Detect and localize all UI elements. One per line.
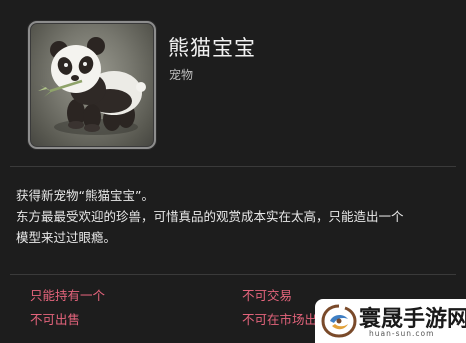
restriction-unique: 只能持有一个 — [30, 288, 106, 303]
restriction-unsellable: 不可出售 — [30, 312, 81, 327]
site-watermark: 寰晟手游网 huan-sun.com — [315, 299, 466, 343]
description-line: 东方最最受欢迎的珍兽，可惜真品的观赏成本实在太高，只能造出一个 — [16, 209, 404, 224]
item-description: 获得新宠物“熊猫宝宝”。 东方最最受欢迎的珍兽，可惜真品的观赏成本实在太高，只能… — [16, 185, 456, 248]
description-line: 模型来过过眼瘾。 — [16, 230, 117, 245]
description-line: 获得新宠物“熊猫宝宝”。 — [16, 188, 154, 203]
item-name: 熊猫宝宝 — [168, 36, 256, 60]
divider — [10, 166, 456, 167]
restriction-untradable: 不可交易 — [242, 288, 293, 303]
divider — [10, 274, 456, 275]
item-type: 宠物 — [169, 68, 194, 82]
panda-minion-icon — [38, 37, 146, 135]
item-icon-frame — [28, 21, 156, 149]
watermark-url: huan-sun.com — [369, 329, 435, 338]
site-logo-icon — [321, 304, 357, 338]
item-tooltip: 熊猫宝宝 宠物 获得新宠物“熊猫宝宝”。 东方最最受欢迎的珍兽，可惜真品的观赏成… — [0, 0, 466, 343]
